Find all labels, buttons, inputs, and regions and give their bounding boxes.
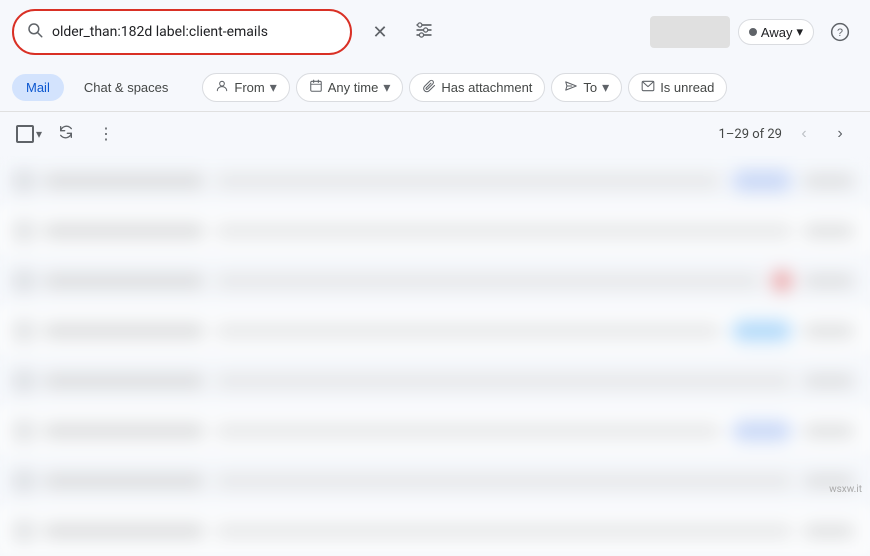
blur-overlay — [0, 156, 870, 556]
clear-search-button[interactable]: ✕ — [360, 12, 400, 52]
from-filter-chip[interactable]: From ▾ — [202, 73, 289, 102]
mail-icon — [641, 79, 655, 96]
search-query-text: older_than:182d label:client-emails — [52, 24, 338, 40]
select-all-checkbox[interactable] — [16, 125, 34, 143]
prev-page-button[interactable]: ‹ — [790, 120, 818, 148]
status-button[interactable]: Away ▾ — [738, 19, 814, 45]
select-all-area[interactable]: ▾ — [16, 125, 42, 143]
attachment-chip-label: Has attachment — [441, 80, 532, 95]
attachment-filter-chip[interactable]: Has attachment — [409, 73, 545, 102]
refresh-button[interactable] — [50, 118, 82, 150]
tab-mail-label: Mail — [26, 80, 50, 95]
chevron-down-icon: ▾ — [602, 79, 609, 96]
avatar — [650, 16, 730, 48]
tab-chat-label: Chat & spaces — [84, 80, 169, 95]
next-page-button[interactable]: › — [826, 120, 854, 148]
more-options-button[interactable]: ⋮ — [90, 118, 122, 150]
chevron-left-icon: ‹ — [801, 125, 806, 143]
unread-filter-chip[interactable]: Is unread — [628, 73, 727, 102]
search-actions: ✕ — [360, 12, 444, 52]
status-label: Away — [761, 25, 793, 40]
watermark: wsxw.it — [829, 484, 862, 495]
tab-chat-spaces[interactable]: Chat & spaces — [70, 74, 183, 101]
unread-chip-label: Is unread — [660, 80, 714, 95]
anytime-chip-label: Any time — [328, 80, 379, 95]
attachment-icon — [422, 79, 436, 96]
status-dot-icon — [749, 28, 757, 36]
to-filter-chip[interactable]: To ▾ — [551, 73, 622, 102]
svg-text:?: ? — [837, 27, 843, 39]
more-options-icon: ⋮ — [98, 124, 114, 144]
avatar-area: Away ▾ ? — [650, 14, 858, 50]
filter-bar: Mail Chat & spaces From ▾ Any time ▾ — [0, 64, 870, 112]
anytime-filter-chip[interactable]: Any time ▾ — [296, 73, 404, 102]
tab-mail[interactable]: Mail — [12, 74, 64, 101]
pagination-info: 1–29 of 29 ‹ › — [719, 120, 854, 148]
help-button[interactable]: ? — [822, 14, 858, 50]
chevron-right-icon: › — [837, 125, 842, 143]
sliders-icon — [414, 20, 434, 45]
search-options-button[interactable] — [404, 12, 444, 52]
select-dropdown-arrow[interactable]: ▾ — [36, 127, 42, 141]
from-chip-label: From — [234, 80, 264, 95]
search-box[interactable]: older_than:182d label:client-emails — [12, 9, 352, 55]
to-chip-label: To — [583, 80, 597, 95]
pagination-text: 1–29 of 29 — [719, 127, 782, 142]
email-list — [0, 156, 870, 556]
send-icon — [564, 79, 578, 96]
close-icon: ✕ — [372, 22, 387, 43]
chevron-down-icon: ▾ — [383, 79, 390, 96]
top-bar: older_than:182d label:client-emails ✕ A — [0, 0, 870, 64]
search-icon — [26, 21, 44, 44]
refresh-icon — [58, 124, 74, 145]
calendar-icon — [309, 79, 323, 96]
person-icon — [215, 79, 229, 96]
chevron-down-icon: ▾ — [270, 79, 277, 96]
toolbar-row: ▾ ⋮ 1–29 of 29 ‹ › — [0, 112, 870, 156]
chevron-down-icon: ▾ — [796, 24, 803, 40]
